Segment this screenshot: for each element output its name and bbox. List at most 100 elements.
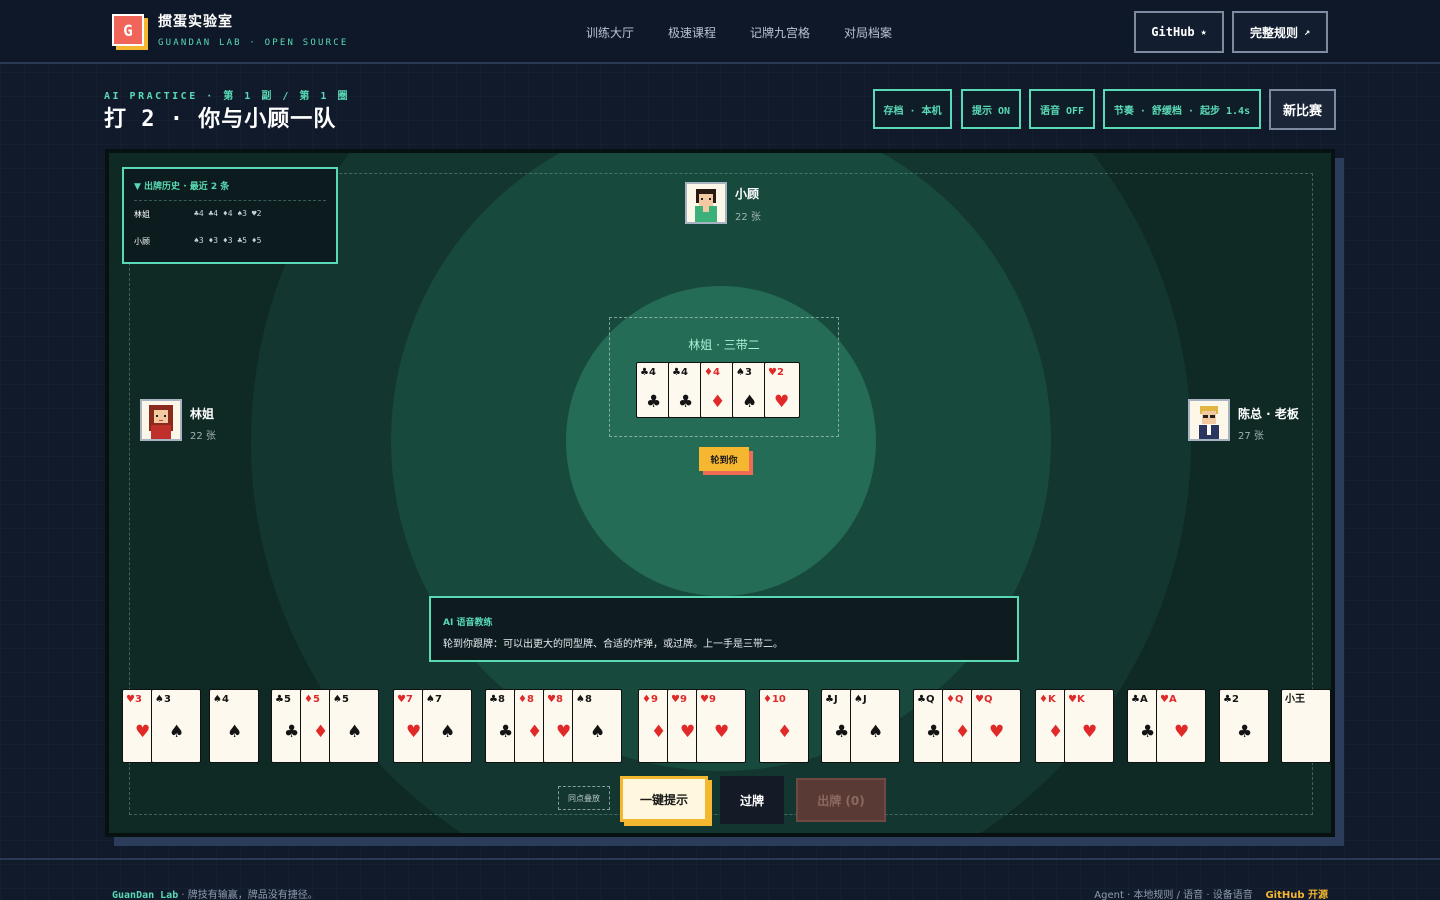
save-local-toggle[interactable]: 存档 · 本机 <box>873 89 952 129</box>
pace-selector[interactable]: 节奏 · 舒缓档 · 起步 1.4s <box>1103 89 1261 129</box>
card-rank: ♣4 <box>640 367 656 378</box>
card-suit-icon: ♥ <box>680 722 696 742</box>
card-suit-icon: ♣ <box>926 722 942 742</box>
hand-card[interactable]: ♥Q ♥ <box>971 689 1021 763</box>
card-suit-icon: ♦ <box>527 722 543 742</box>
game-eyebrow: AI PRACTICE · 第 1 副 / 第 1 圈 <box>104 91 350 102</box>
card-rank: ♠7 <box>426 694 442 705</box>
your-turn-label: 轮到你 <box>699 447 749 471</box>
github-button-label: GitHub <box>1151 25 1195 39</box>
card-rank: ♣8 <box>489 694 505 705</box>
full-rules-button[interactable]: 完整规则 ↗ <box>1232 11 1328 53</box>
card-rank: ♣4 <box>672 367 688 378</box>
card-suit-icon: ♣ <box>1237 722 1253 742</box>
card-rank: ♥9 <box>700 694 716 705</box>
nav-training-hall[interactable]: 训练大厅 <box>586 24 634 41</box>
footer-link-voice[interactable]: 语音 <box>1183 890 1203 900</box>
avatar-left-opponent <box>140 399 182 441</box>
play-history-panel[interactable]: ▼ 出牌历史 · 最近 2 条 林姐 ♣4 ♣4 ♦4 ♠3 ♥2 小顾 ♠3 … <box>122 167 338 264</box>
card-suit-icon: ♠ <box>742 392 758 412</box>
card-rank: ♠8 <box>576 694 592 705</box>
card-rank: ♣2 <box>1223 694 1239 705</box>
hand-card[interactable]: ♥9 ♥ <box>696 689 746 763</box>
card-rank: ♥3 <box>126 694 142 705</box>
hand-card[interactable]: 小王 <box>1281 689 1331 763</box>
main-nav: 训练大厅 极速课程 记牌九宫格 对局档案 <box>586 24 892 41</box>
hand-card[interactable]: ♠4 ♠ <box>209 689 259 763</box>
footer-links: Agent · 本地规则 / 语音 · 设备语音 GitHub 开源 <box>1094 890 1328 900</box>
card-rank: ♠5 <box>333 694 349 705</box>
nav-card-grid[interactable]: 记牌九宫格 <box>750 24 810 41</box>
played-card: ♥2 ♥ <box>764 362 800 418</box>
footer-link-local-rules[interactable]: 本地规则 <box>1133 890 1173 900</box>
coach-message: 轮到你跟牌：可以出更大的同型牌、合适的炸弹，或过牌。上一手是三带二。 <box>443 639 783 650</box>
card-suit-icon: ♠ <box>347 722 363 742</box>
card-suit-icon: ♣ <box>498 722 514 742</box>
stack-same-rank-toggle[interactable]: 同点叠放 <box>558 786 610 810</box>
footer-link-agent[interactable]: Agent <box>1094 890 1124 900</box>
footer-tagline: · 牌技有输赢，牌品没有捷径。 <box>178 890 318 900</box>
card-rank: ♠J <box>854 694 867 705</box>
pass-button[interactable]: 过牌 <box>720 776 784 824</box>
voice-toggle[interactable]: 语音 OFF <box>1029 89 1095 129</box>
footer-brand: GuanDan Lab · 牌技有输赢，牌品没有捷径。 <box>112 886 318 900</box>
card-suit-icon: ♥ <box>1082 722 1098 742</box>
card-suit-icon: ♣ <box>284 722 300 742</box>
card-suit-icon: ♥ <box>774 392 790 412</box>
card-suit-icon: ♣ <box>646 392 662 412</box>
your-turn-badge: 轮到你 <box>699 447 753 475</box>
card-rank: ♠3 <box>155 694 171 705</box>
avatar-right-opponent <box>1188 399 1230 441</box>
logo[interactable]: G <box>112 14 148 50</box>
avatar-partner <box>685 182 727 224</box>
hand-card[interactable]: ♣2 ♣ <box>1219 689 1269 763</box>
card-rank: ♥9 <box>671 694 687 705</box>
brand-subtitle: GUANDAN LAB · OPEN SOURCE <box>158 38 349 48</box>
page-title: 打 2 · 你与小顾一队 <box>104 107 337 132</box>
logo-icon: G <box>112 14 144 46</box>
nav-match-archive[interactable]: 对局档案 <box>844 24 892 41</box>
hand-card[interactable]: ♠5 ♠ <box>329 689 379 763</box>
played-card: ♣4 ♣ <box>668 362 704 418</box>
play-cards-button[interactable]: 出牌 (0) <box>796 778 886 822</box>
card-suit-icon: ♥ <box>1174 722 1190 742</box>
footer-github-link[interactable]: GitHub 开源 <box>1265 890 1328 900</box>
card-rank: ♠4 <box>213 694 229 705</box>
hand-card[interactable]: ♠J ♠ <box>850 689 900 763</box>
coach-title: AI 语音教练 <box>443 618 493 628</box>
card-rank: 小王 <box>1285 694 1305 705</box>
card-rank: ♣A <box>1131 694 1148 705</box>
hint-button[interactable]: 一键提示 <box>620 776 712 826</box>
new-game-button[interactable]: 新比赛 <box>1269 89 1336 130</box>
hint-toggle[interactable]: 提示 ON <box>961 89 1021 129</box>
hint-button-label: 一键提示 <box>620 776 708 822</box>
github-button[interactable]: GitHub ★ <box>1134 11 1224 53</box>
card-suit-icon: ♠ <box>440 722 456 742</box>
card-suit-icon: ♦ <box>777 722 793 742</box>
external-link-icon: ↗ <box>1303 26 1311 38</box>
card-suit-icon: ♣ <box>678 392 694 412</box>
card-rank: ♥8 <box>547 694 563 705</box>
hand-card[interactable]: ♠7 ♠ <box>422 689 472 763</box>
hand-card[interactable]: ♠8 ♠ <box>572 689 622 763</box>
hand-card[interactable]: ♠3 ♠ <box>151 689 201 763</box>
card-rank: ♠3 <box>736 367 752 378</box>
played-card: ♠3 ♠ <box>732 362 768 418</box>
hand-card[interactable]: ♥K ♥ <box>1064 689 1114 763</box>
top-bar: G 掼蛋实验室 GUANDAN LAB · OPEN SOURCE 训练大厅 极… <box>0 0 1440 64</box>
left-opponent-card-count: 22 张 <box>190 431 216 442</box>
hand-card[interactable]: ♥A ♥ <box>1156 689 1206 763</box>
card-suit-icon: ♠ <box>868 722 884 742</box>
played-card: ♦4 ♦ <box>700 362 736 418</box>
card-rank: ♥Q <box>975 694 993 705</box>
card-suit-icon: ♦ <box>1048 722 1064 742</box>
card-rank: ♦8 <box>518 694 534 705</box>
ai-coach-panel: AI 语音教练 轮到你跟牌：可以出更大的同型牌、合适的炸弹，或过牌。上一手是三带… <box>429 596 1019 662</box>
card-suit-icon: ♣ <box>834 722 850 742</box>
footer-link-device-voice[interactable]: 设备语音 <box>1213 890 1253 900</box>
nav-fast-course[interactable]: 极速课程 <box>668 24 716 41</box>
game-table: ▼ 出牌历史 · 最近 2 条 林姐 ♣4 ♣4 ♦4 ♠3 ♥2 小顾 ♠3 … <box>105 149 1335 837</box>
history-cards: ♣4 ♣4 ♦4 ♠3 ♥2 <box>194 209 262 218</box>
hand-card[interactable]: ♦10 ♦ <box>759 689 809 763</box>
history-player: 小顾 <box>134 237 150 246</box>
